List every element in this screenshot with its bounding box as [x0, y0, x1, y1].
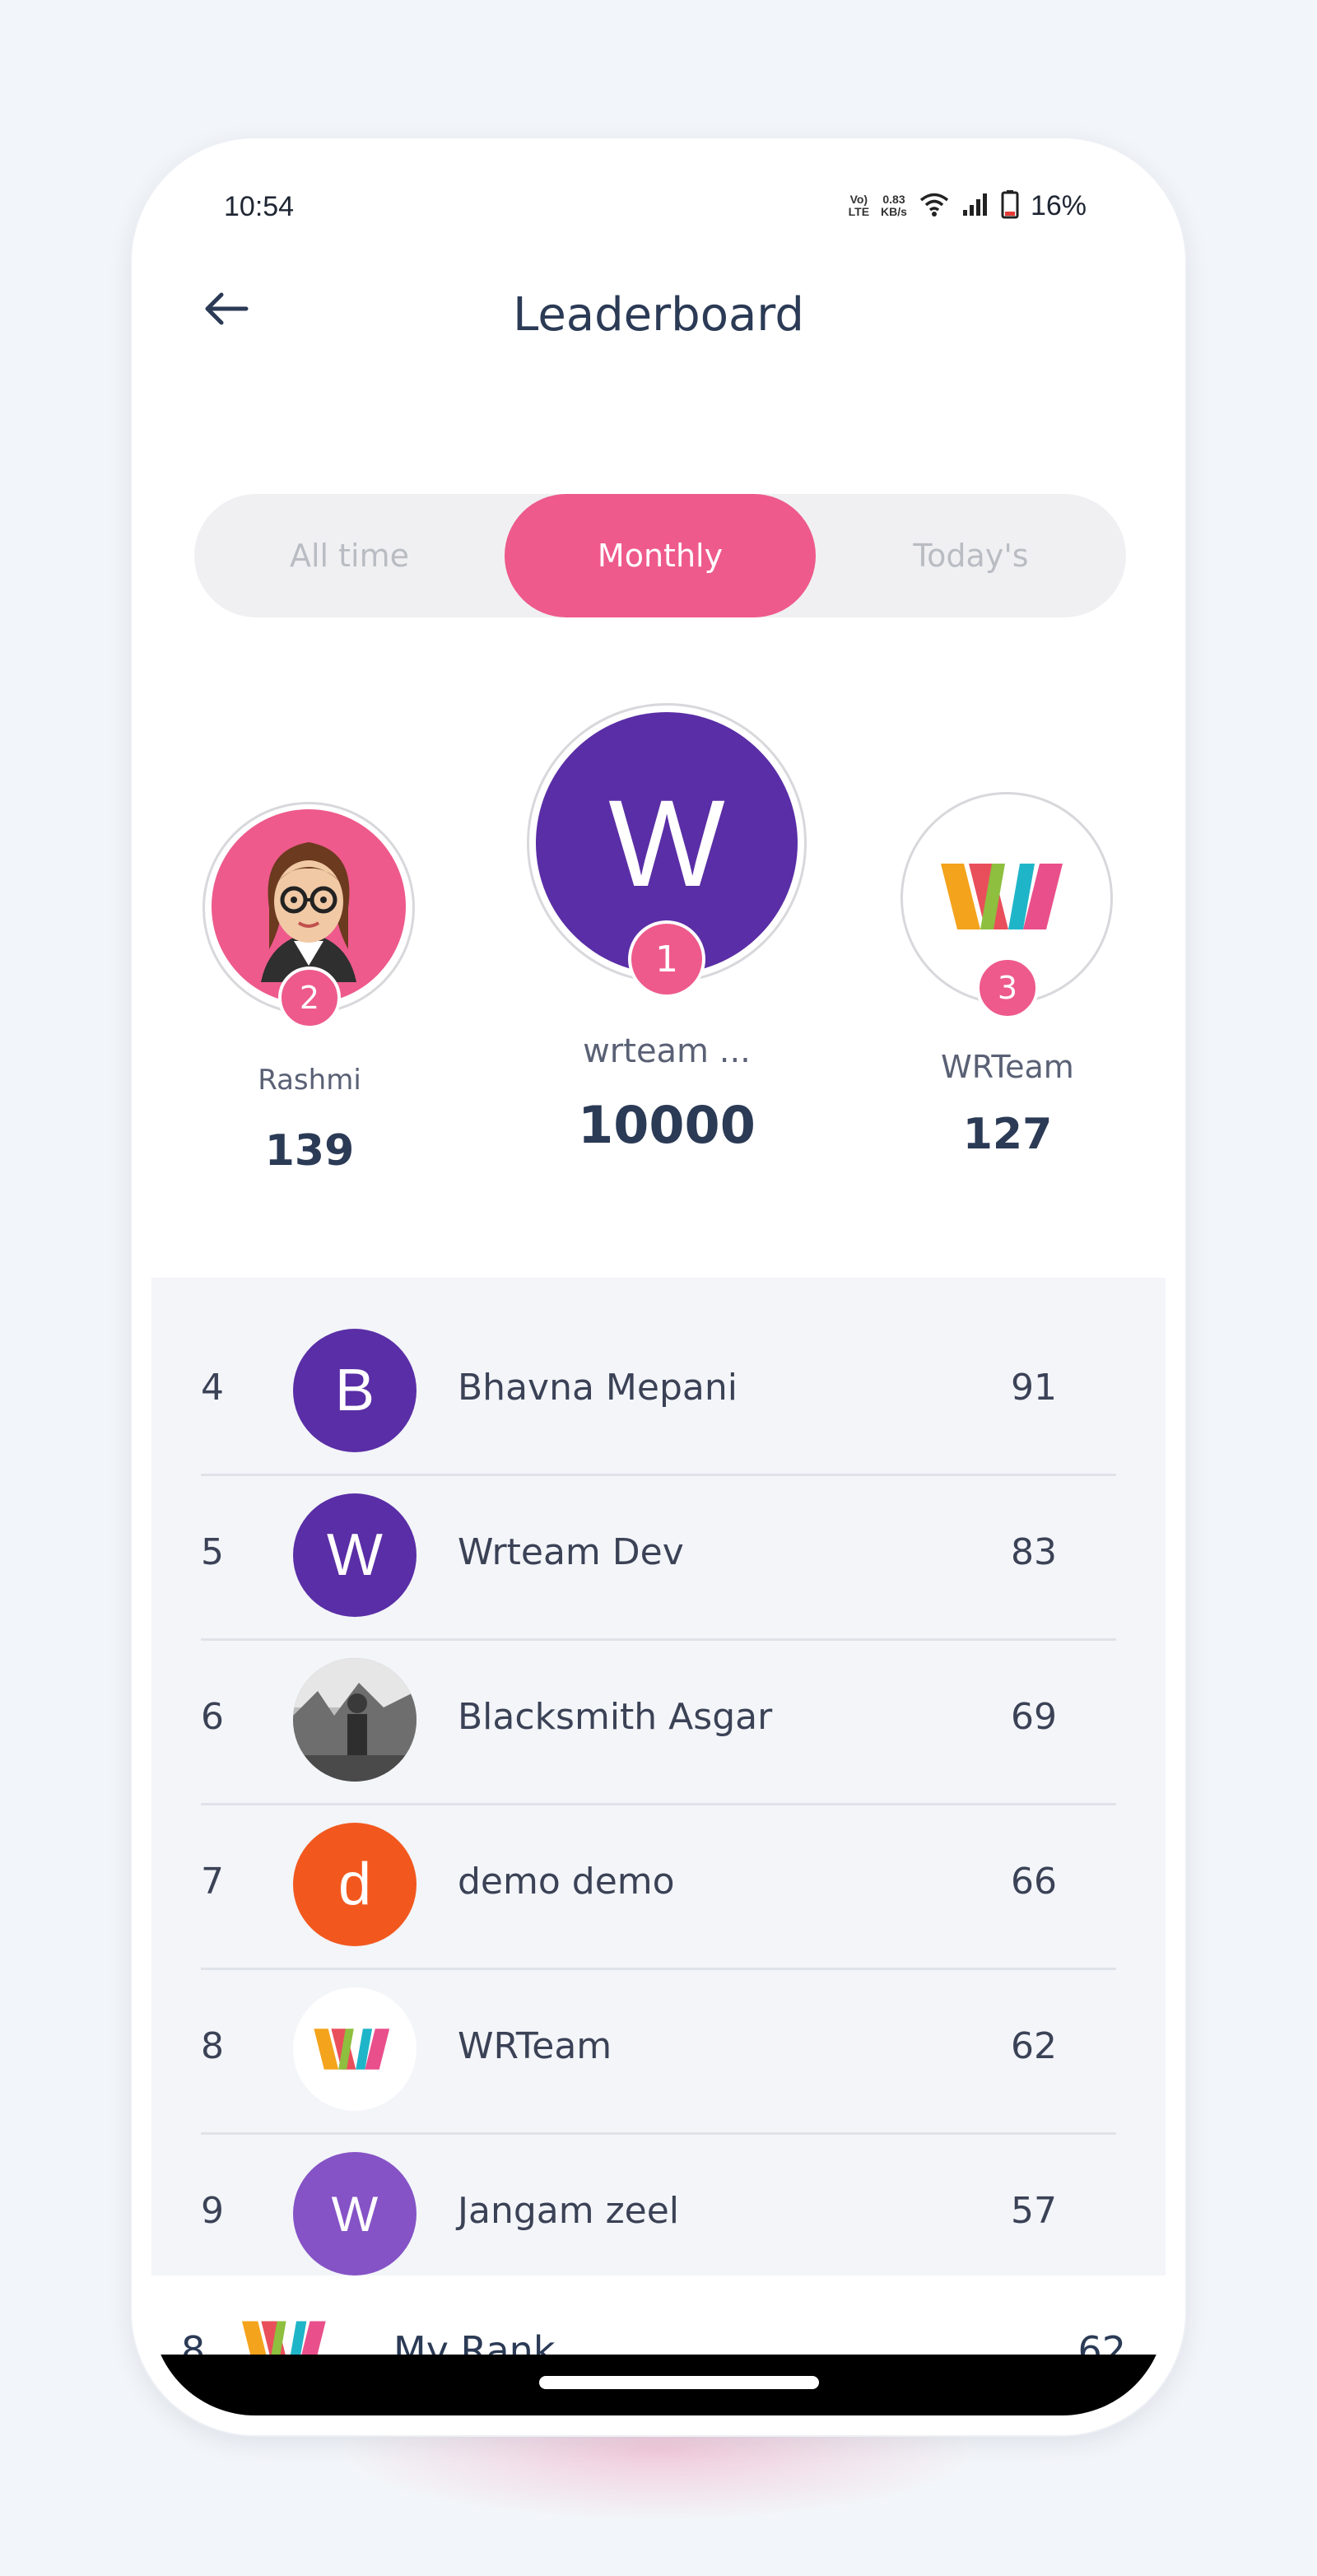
- page-title: Leaderboard: [513, 288, 804, 342]
- avatar: B: [293, 1329, 417, 1452]
- system-nav-bar: [151, 2355, 1166, 2415]
- phone-frame: 10:54 Vo) LTE 0.83 KB/s 16% Leaderboard …: [132, 138, 1185, 2435]
- tab-monthly[interactable]: Monthly: [505, 494, 816, 617]
- podium-card: 2 Rashmi 139 W 1 wrteam ... 10000 3 WRTe…: [151, 617, 1166, 1293]
- list-item[interactable]: 6 Blacksmith Asgar 69: [201, 1638, 1116, 1805]
- status-time: 10:54: [224, 191, 295, 222]
- rank-number: 7: [201, 1861, 224, 1903]
- player-score: 69: [1011, 1696, 1057, 1738]
- status-bar: 10:54 Vo) LTE 0.83 KB/s 16%: [151, 158, 1166, 257]
- list-item[interactable]: 4 B Bhavna Mepani 91: [201, 1309, 1116, 1476]
- rank-badge: 3: [976, 957, 1039, 1019]
- podium-score: 10000: [578, 1095, 756, 1155]
- tab-all-time[interactable]: All time: [194, 494, 505, 617]
- rank-number: 6: [201, 1696, 224, 1738]
- avatar: W: [293, 1493, 417, 1617]
- app-header: Leaderboard: [151, 257, 1166, 347]
- avatar: W: [293, 2152, 417, 2276]
- podium-name: wrteam ...: [583, 1032, 751, 1070]
- list-item[interactable]: 9 W Jangam zeel 57: [201, 2132, 1116, 2299]
- podium-second[interactable]: 2 Rashmi 139: [202, 802, 417, 1213]
- podium-score: 139: [264, 1126, 355, 1176]
- rank-number: 4: [201, 1367, 224, 1409]
- rank-number: 9: [201, 2190, 224, 2232]
- wifi-icon: [919, 191, 950, 221]
- wrteam-logo-icon: [293, 1987, 417, 2111]
- podium-first[interactable]: W 1 wrteam ... 10000: [527, 703, 807, 1197]
- player-score: 91: [1011, 1367, 1057, 1409]
- battery-percent: 16%: [1030, 189, 1087, 221]
- leaderboard-list: 4 B Bhavna Mepani 91 5 W Wrteam Dev 83 6: [151, 1278, 1166, 2415]
- wrteam-logo-icon: [941, 855, 1073, 941]
- player-score: 83: [1011, 1531, 1057, 1573]
- player-name: demo demo: [458, 1861, 675, 1903]
- period-tabs: All time Monthly Today's: [194, 494, 1126, 617]
- podium-third[interactable]: 3 WRTeam 127: [900, 792, 1115, 1204]
- podium-name: Rashmi: [258, 1064, 361, 1097]
- list-item[interactable]: 7 d demo demo 66: [201, 1803, 1116, 1970]
- podium-name: WRTeam: [941, 1049, 1074, 1085]
- photo-avatar-icon: [293, 1658, 417, 1782]
- volte-indicator: Vo) LTE: [848, 193, 870, 218]
- rank-badge: 1: [628, 920, 705, 998]
- player-score: 62: [1011, 2025, 1057, 2067]
- rank-number: 5: [201, 1531, 224, 1573]
- signal-icon: [961, 192, 989, 220]
- player-name: Wrteam Dev: [458, 1531, 684, 1573]
- app-screen: 10:54 Vo) LTE 0.83 KB/s 16% Leaderboard …: [151, 158, 1166, 2415]
- battery-icon: [1001, 189, 1019, 222]
- home-indicator[interactable]: [539, 2376, 819, 2389]
- rank-badge: 2: [278, 967, 341, 1029]
- avatar: d: [293, 1823, 417, 1946]
- player-name: Bhavna Mepani: [458, 1367, 738, 1409]
- network-speed: 0.83 KB/s: [881, 193, 907, 218]
- podium-score: 127: [962, 1110, 1053, 1159]
- tab-todays[interactable]: Today's: [816, 494, 1126, 617]
- list-item[interactable]: 8 WRTeam 62: [201, 1968, 1116, 2135]
- rank-number: 8: [201, 2025, 224, 2067]
- player-name: Blacksmith Asgar: [458, 1696, 773, 1738]
- status-icons: Vo) LTE 0.83 KB/s 16%: [849, 189, 1087, 222]
- list-item[interactable]: 5 W Wrteam Dev 83: [201, 1474, 1116, 1641]
- player-score: 57: [1011, 2190, 1057, 2232]
- player-name: WRTeam: [458, 2025, 612, 2067]
- player-name: Jangam zeel: [458, 2190, 680, 2232]
- player-score: 66: [1011, 1861, 1057, 1903]
